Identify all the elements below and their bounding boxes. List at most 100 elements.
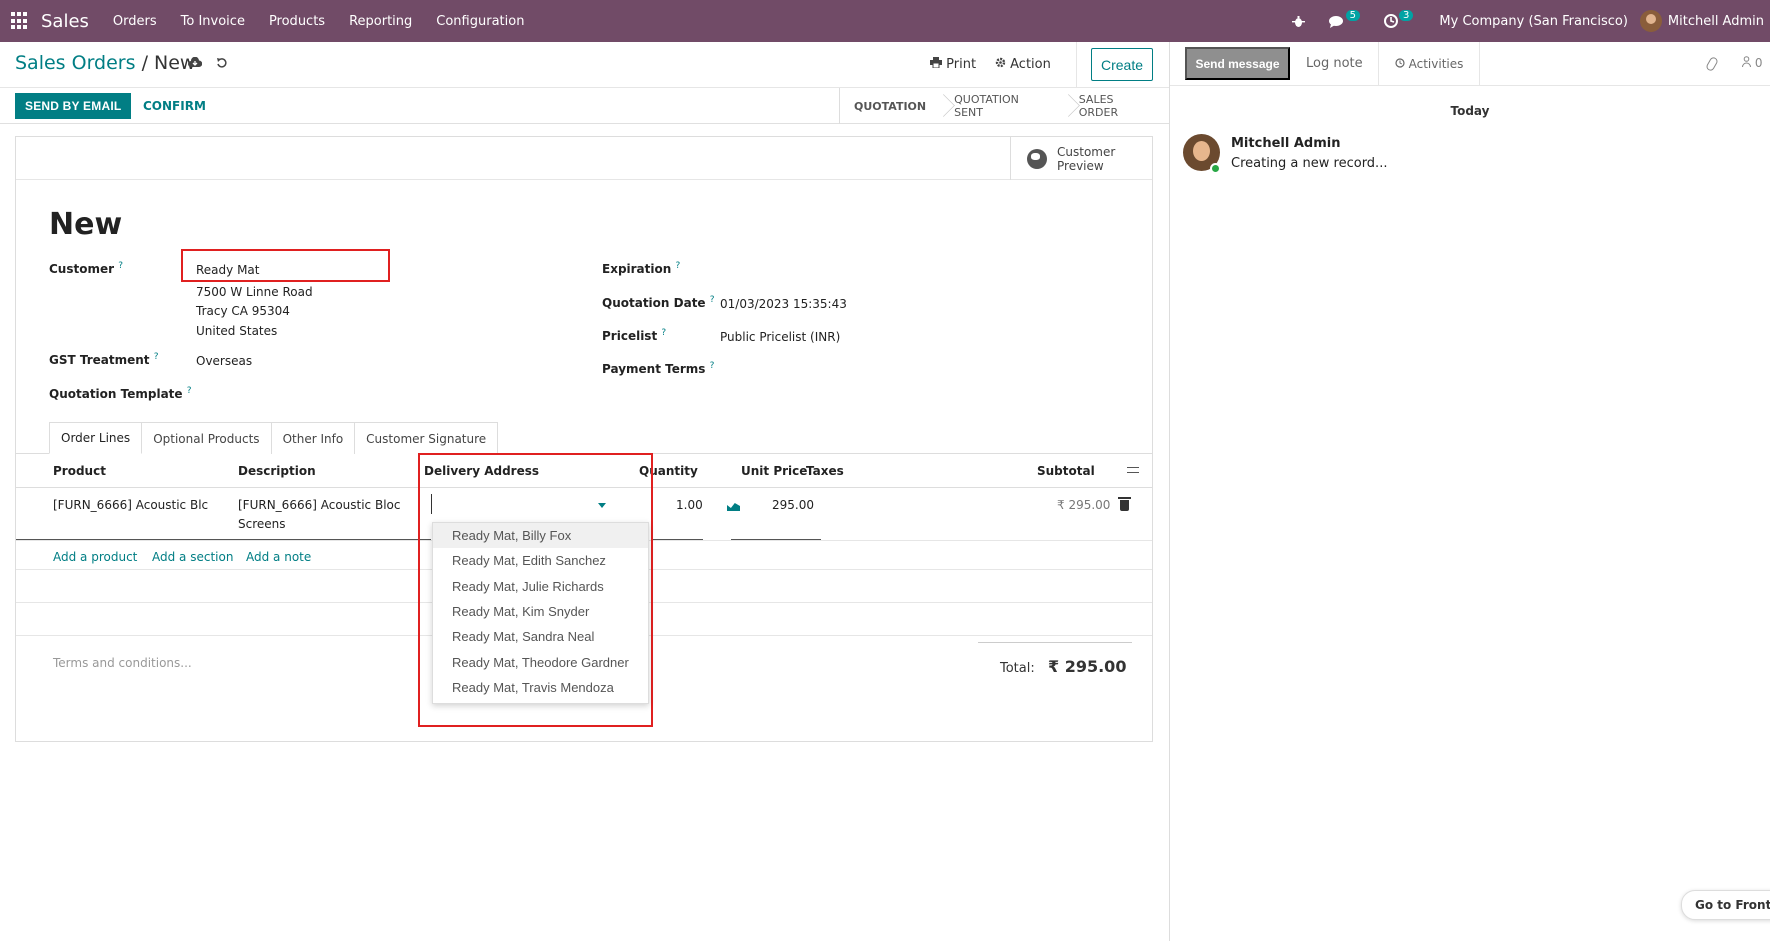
log-note-button[interactable]: Log note — [1306, 56, 1363, 71]
send-message-button[interactable]: Send message — [1185, 47, 1290, 80]
gst-treatment-select[interactable]: Overseas — [196, 354, 252, 368]
stage-quotation[interactable]: QUOTATION — [840, 88, 940, 124]
trash-icon[interactable] — [1118, 497, 1131, 511]
send-by-email-button[interactable]: SEND BY EMAIL — [15, 93, 132, 119]
action-button[interactable]: Action — [995, 57, 1051, 72]
add-section-link[interactable]: Add a section — [152, 550, 233, 564]
tab-optional-products[interactable]: Optional Products — [141, 422, 272, 454]
record-title: New — [49, 207, 123, 242]
pricelist-help-icon[interactable]: ? — [661, 328, 666, 338]
gst-help-icon[interactable]: ? — [154, 352, 159, 362]
quotation-date-help-icon[interactable]: ? — [710, 295, 715, 305]
customer-highlight-box — [181, 249, 390, 282]
delivery-address-dropdown: Ready Mat, Billy Fox Ready Mat, Edith Sa… — [432, 522, 649, 704]
col-description[interactable]: Description — [238, 464, 316, 478]
print-label: Print — [946, 57, 977, 72]
menu-products[interactable]: Products — [269, 14, 325, 29]
tab-order-lines[interactable]: Order Lines — [49, 422, 143, 454]
user-menu[interactable]: Mitchell Admin — [1668, 14, 1764, 29]
chat-badge: 5 — [1345, 9, 1361, 21]
menu-to-invoice[interactable]: To Invoice — [181, 14, 245, 29]
activities-button[interactable]: Activities — [1378, 42, 1480, 86]
printer-icon — [930, 57, 946, 72]
template-help-icon[interactable]: ? — [187, 386, 192, 396]
add-note-link[interactable]: Add a note — [246, 550, 311, 564]
breadcrumb-sales-orders[interactable]: Sales Orders — [15, 52, 136, 74]
address-line-2: Tracy CA 95304 — [196, 304, 290, 318]
menu-reporting[interactable]: Reporting — [349, 14, 412, 29]
payment-terms-label-text: Payment Terms — [602, 362, 706, 376]
expiration-label: Expiration ? — [602, 261, 680, 276]
quotation-template-label-text: Quotation Template — [49, 387, 183, 401]
dropdown-option[interactable]: Ready Mat, Billy Fox — [433, 523, 648, 549]
dropdown-option[interactable]: Ready Mat, Julie Richards — [433, 574, 648, 599]
quotation-date-label-text: Quotation Date — [602, 296, 706, 310]
line-description-1[interactable]: [FURN_6666] Acoustic Bloc — [238, 498, 400, 512]
confirm-button[interactable]: CONFIRM — [143, 99, 206, 113]
sheet-button-box: Customer Preview — [16, 137, 1152, 180]
company-switcher[interactable]: My Company (San Francisco) — [1439, 14, 1627, 29]
navbar-systray: 5 3 My Company (San Francisco) Mitchell … — [1280, 0, 1770, 42]
gst-treatment-label-text: GST Treatment — [49, 353, 150, 367]
line-quantity[interactable]: 1.00 — [676, 498, 703, 512]
bug-icon[interactable] — [1291, 15, 1305, 28]
followers-button[interactable]: 0 — [1742, 56, 1762, 70]
line-product[interactable]: [FURN_6666] Acoustic Blc — [53, 498, 208, 512]
line-unit-price[interactable]: 295.00 — [772, 498, 814, 512]
payment-terms-help-icon[interactable]: ? — [710, 361, 715, 371]
tab-customer-signature[interactable]: Customer Signature — [354, 422, 499, 454]
tab-other-info[interactable]: Other Info — [270, 422, 356, 454]
save-cloud-icon[interactable] — [188, 56, 203, 73]
app-brand[interactable]: Sales — [41, 11, 89, 32]
user-icon — [1742, 56, 1755, 70]
record-status-icons — [188, 56, 228, 73]
payment-terms-label: Payment Terms ? — [602, 361, 714, 376]
stage-sales-order[interactable]: SALES ORDER — [1065, 88, 1170, 124]
expiration-help-icon[interactable]: ? — [675, 261, 680, 271]
chatter-topbar: Send message Log note Activities 0 — [1170, 42, 1770, 86]
terms-and-conditions-input[interactable]: Terms and conditions... — [53, 656, 192, 670]
line-description-2[interactable]: Screens — [238, 517, 286, 531]
print-button[interactable]: Print — [930, 57, 976, 72]
top-navbar: Sales Orders To Invoice Products Reporti… — [0, 0, 1770, 42]
message-author[interactable]: Mitchell Admin — [1231, 136, 1340, 151]
dropdown-option[interactable]: Ready Mat, Kim Snyder — [433, 599, 648, 624]
add-product-link[interactable]: Add a product — [53, 550, 137, 564]
followers-count: 0 — [1754, 56, 1763, 70]
stage-quotation-sent[interactable]: QUOTATION SENT — [940, 88, 1065, 124]
column-settings-icon[interactable] — [1127, 467, 1139, 477]
address-line-1: 7500 W Linne Road — [196, 285, 313, 299]
activity-badge: 3 — [1399, 9, 1414, 21]
go-to-frontend-button[interactable]: Go to Frontend — [1681, 890, 1770, 920]
activities-label: Activities — [1408, 57, 1464, 71]
activity-clock-icon[interactable]: 3 — [1384, 9, 1414, 28]
customer-help-icon[interactable]: ? — [118, 261, 123, 271]
col-product[interactable]: Product — [53, 464, 106, 478]
col-unit-price[interactable]: Unit Price — [741, 464, 807, 478]
globe-icon — [1027, 148, 1047, 169]
delivery-address-input[interactable] — [431, 494, 616, 514]
user-avatar[interactable] — [1639, 10, 1662, 32]
dropdown-option[interactable]: Ready Mat, Edith Sanchez — [433, 548, 648, 573]
col-taxes[interactable]: Taxes — [806, 464, 844, 478]
pricelist-select[interactable]: Public Pricelist (INR) — [720, 330, 840, 344]
dropdown-option[interactable]: Ready Mat, Theodore Gardner — [433, 649, 648, 674]
chat-icon[interactable]: 5 — [1328, 9, 1361, 28]
customer-preview-button[interactable]: Customer Preview — [1010, 137, 1152, 180]
action-label: Action — [1010, 57, 1051, 72]
dropdown-option[interactable]: Ready Mat, Sandra Neal — [433, 624, 648, 649]
col-subtotal[interactable]: Subtotal — [1037, 464, 1095, 478]
chatter-panel: Send message Log note Activities 0 Today… — [1169, 42, 1770, 941]
create-button[interactable]: Create — [1091, 48, 1153, 81]
quotation-date-input[interactable]: 01/03/2023 15:35:43 — [720, 297, 847, 311]
menu-orders[interactable]: Orders — [113, 14, 157, 29]
menu-configuration[interactable]: Configuration — [436, 14, 524, 29]
forecast-chart-icon[interactable] — [727, 503, 740, 511]
dropdown-option[interactable]: Ready Mat, Travis Mendoza — [433, 675, 648, 700]
app-menu-icon[interactable] — [11, 12, 29, 30]
quotation-template-label: Quotation Template ? — [49, 386, 192, 401]
total-label: Total: — [1000, 661, 1035, 676]
discard-undo-icon[interactable] — [216, 57, 228, 73]
chevron-down-icon[interactable] — [598, 503, 606, 508]
paperclip-icon[interactable] — [1705, 55, 1719, 73]
